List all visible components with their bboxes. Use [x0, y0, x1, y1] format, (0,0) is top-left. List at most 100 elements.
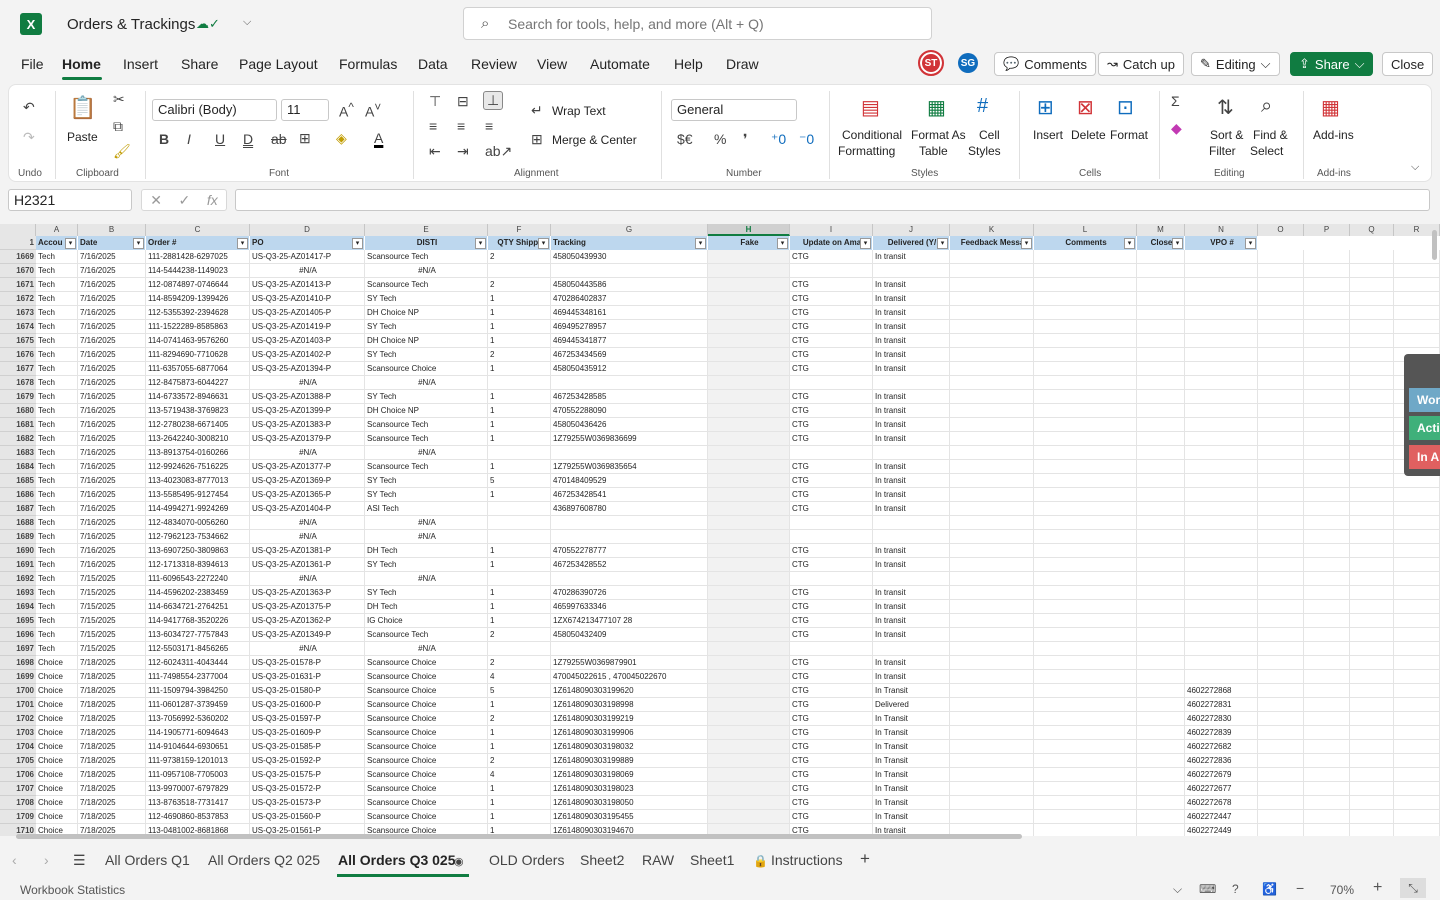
grid-cell[interactable]: [1034, 558, 1137, 572]
grid-cell[interactable]: 470045022615 , 470045022670: [551, 670, 708, 684]
paste-button[interactable]: Paste: [67, 130, 98, 144]
grid-cell[interactable]: [950, 684, 1034, 698]
grid-cell[interactable]: [708, 348, 790, 362]
grid-cell[interactable]: [708, 362, 790, 376]
grid-cell[interactable]: [1350, 656, 1394, 670]
grid-cell[interactable]: [1350, 698, 1394, 712]
decrease-decimal-icon[interactable]: ⁻0: [799, 131, 814, 148]
column-header[interactable]: B: [78, 224, 146, 236]
grid-cell[interactable]: [1258, 474, 1304, 488]
grid-cell[interactable]: 112-5503171-8456265: [146, 642, 250, 656]
grid-cell[interactable]: Scansource Choice: [365, 656, 488, 670]
filter-dropdown-icon[interactable]: ▾: [352, 238, 363, 249]
confirm-icon[interactable]: ✓: [179, 192, 191, 209]
close-button[interactable]: Close: [1382, 52, 1434, 76]
grid-cell[interactable]: [1258, 810, 1304, 824]
comments-button[interactable]: 💬 Comments: [994, 52, 1097, 76]
grid-cell[interactable]: [1185, 250, 1258, 264]
grid-cell[interactable]: [1034, 768, 1137, 782]
grid-cell[interactable]: US-Q3-25-AZ01383-P: [250, 418, 365, 432]
grid-cell[interactable]: In transit: [873, 628, 950, 642]
grid-cell[interactable]: #N/A: [250, 642, 365, 656]
grid-cell[interactable]: [950, 558, 1034, 572]
grid-cell[interactable]: US-Q3-25-AZ01363-P: [250, 586, 365, 600]
menu-file[interactable]: File: [21, 56, 44, 72]
grid-cell[interactable]: 114-5444238-1149023: [146, 264, 250, 278]
grid-cell[interactable]: #N/A: [365, 572, 488, 586]
grid-cell[interactable]: [1258, 320, 1304, 334]
grid-cell[interactable]: 111-7498554-2377004: [146, 670, 250, 684]
grid-cell[interactable]: US-Q3-25-AZ01399-P: [250, 404, 365, 418]
grid-cell[interactable]: [1350, 404, 1394, 418]
grid-cell[interactable]: [1350, 278, 1394, 292]
grid-cell[interactable]: [1304, 516, 1350, 530]
grid-cell[interactable]: [1034, 726, 1137, 740]
filter-dropdown-icon[interactable]: ▾: [538, 238, 549, 249]
find-select-icon[interactable]: ⌕: [1261, 95, 1272, 118]
grid-cell[interactable]: [1137, 726, 1185, 740]
grid-cell[interactable]: [1185, 544, 1258, 558]
grid-cell[interactable]: [1258, 250, 1304, 264]
increase-indent-icon[interactable]: ⇥: [457, 143, 469, 160]
grid-cell[interactable]: [1185, 600, 1258, 614]
grid-cell[interactable]: [1350, 824, 1394, 836]
grid-cell[interactable]: Scansource Choice: [365, 698, 488, 712]
grid-cell[interactable]: 1: [488, 600, 551, 614]
row-header[interactable]: 1: [0, 236, 36, 250]
grid-cell[interactable]: 1Z79255W0369879901: [551, 656, 708, 670]
cell-styles-button[interactable]: Cell: [979, 128, 1000, 142]
grid-cell[interactable]: [950, 348, 1034, 362]
document-title[interactable]: Orders & Trackings: [67, 16, 195, 33]
delete-cells-icon[interactable]: ⊠: [1077, 95, 1094, 120]
grid-cell[interactable]: [950, 278, 1034, 292]
row-header[interactable]: 1699: [0, 670, 36, 684]
grid-cell[interactable]: 1: [488, 544, 551, 558]
grid-cell[interactable]: [1185, 446, 1258, 460]
catch-up-button[interactable]: ↝ Catch up: [1098, 52, 1184, 76]
grid-cell[interactable]: 111-0957108-7705003: [146, 768, 250, 782]
grid-cell[interactable]: [708, 502, 790, 516]
format-as-table-icon[interactable]: ▦: [927, 95, 946, 120]
grid-cell[interactable]: [708, 250, 790, 264]
grid-cell[interactable]: 1: [488, 334, 551, 348]
spreadsheet-grid[interactable]: A B C D E F G H I J K L M N O P Q R 1 Accou ▾ Date ▾ Order # ▾ PO…: [0, 224, 1440, 836]
grid-cell[interactable]: In Transit: [873, 726, 950, 740]
grid-cell[interactable]: 4: [488, 670, 551, 684]
grid-cell[interactable]: CTG: [790, 586, 873, 600]
grid-cell[interactable]: [708, 754, 790, 768]
grid-cell[interactable]: [1258, 558, 1304, 572]
grid-cell[interactable]: Tech: [36, 502, 78, 516]
grid-cell[interactable]: CTG: [790, 390, 873, 404]
grid-cell[interactable]: [1304, 362, 1350, 376]
grid-cell[interactable]: 1: [488, 460, 551, 474]
grid-cell[interactable]: 113-2642240-3008210: [146, 432, 250, 446]
column-header[interactable]: N: [1185, 224, 1258, 236]
grid-cell[interactable]: 2: [488, 250, 551, 264]
grid-cell[interactable]: [1394, 558, 1440, 572]
format-as-table-button[interactable]: Format As: [911, 128, 966, 142]
grid-cell[interactable]: [950, 418, 1034, 432]
grid-cell[interactable]: [950, 306, 1034, 320]
chevron-down-icon[interactable]: ⌵: [1173, 882, 1182, 897]
row-header[interactable]: 1685: [0, 474, 36, 488]
row-header[interactable]: 1671: [0, 278, 36, 292]
grid-cell[interactable]: 1: [488, 432, 551, 446]
grid-cell[interactable]: [1137, 460, 1185, 474]
grid-cell[interactable]: #N/A: [365, 446, 488, 460]
grid-cell[interactable]: [1304, 530, 1350, 544]
grid-cell[interactable]: [1258, 376, 1304, 390]
grid-cell[interactable]: CTG: [790, 754, 873, 768]
grid-cell[interactable]: In transit: [873, 432, 950, 446]
row-header[interactable]: 1705: [0, 754, 36, 768]
grid-cell[interactable]: 7/16/2025: [78, 334, 146, 348]
filter-dropdown-icon[interactable]: ▾: [777, 238, 788, 249]
grid-cell[interactable]: [1350, 684, 1394, 698]
grid-cell[interactable]: [708, 628, 790, 642]
underline-icon[interactable]: U: [215, 131, 225, 147]
grid-cell[interactable]: [950, 460, 1034, 474]
grid-cell[interactable]: 7/18/2025: [78, 726, 146, 740]
row-header[interactable]: 1700: [0, 684, 36, 698]
grid-cell[interactable]: [1394, 614, 1440, 628]
grid-cell[interactable]: [708, 474, 790, 488]
filter-dropdown-icon[interactable]: ▾: [937, 238, 948, 249]
